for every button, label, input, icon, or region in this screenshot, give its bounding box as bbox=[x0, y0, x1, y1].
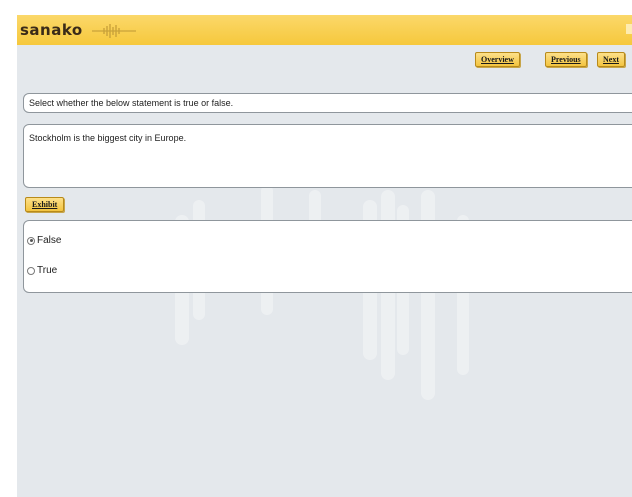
instruction-panel: Select whether the below statement is tr… bbox=[23, 93, 632, 113]
answer-label: False bbox=[37, 235, 62, 246]
overview-button[interactable]: Overview bbox=[475, 52, 520, 67]
header-edge-mark bbox=[626, 24, 632, 34]
radio-button-selected[interactable] bbox=[27, 236, 35, 245]
question-panel: Stockholm is the biggest city in Europe. bbox=[23, 124, 632, 188]
next-button[interactable]: Next bbox=[597, 52, 625, 67]
question-text: Stockholm is the biggest city in Europe. bbox=[29, 133, 187, 143]
answer-label: True bbox=[37, 265, 58, 276]
previous-button[interactable]: Previous bbox=[545, 52, 587, 67]
sanako-logo: sanako bbox=[20, 21, 83, 39]
answer-option-true[interactable]: True bbox=[27, 265, 57, 276]
answer-option-false[interactable]: False bbox=[27, 235, 61, 246]
answers-panel: False True bbox=[23, 220, 632, 293]
radio-button[interactable] bbox=[27, 266, 35, 275]
quiz-window: sanako Overview Previous Next Select whe… bbox=[17, 15, 632, 497]
instruction-text: Select whether the below statement is tr… bbox=[29, 98, 234, 108]
exhibit-button[interactable]: Exhibit bbox=[25, 197, 65, 212]
app-header: sanako bbox=[17, 15, 632, 45]
audio-wave-icon bbox=[92, 24, 136, 38]
